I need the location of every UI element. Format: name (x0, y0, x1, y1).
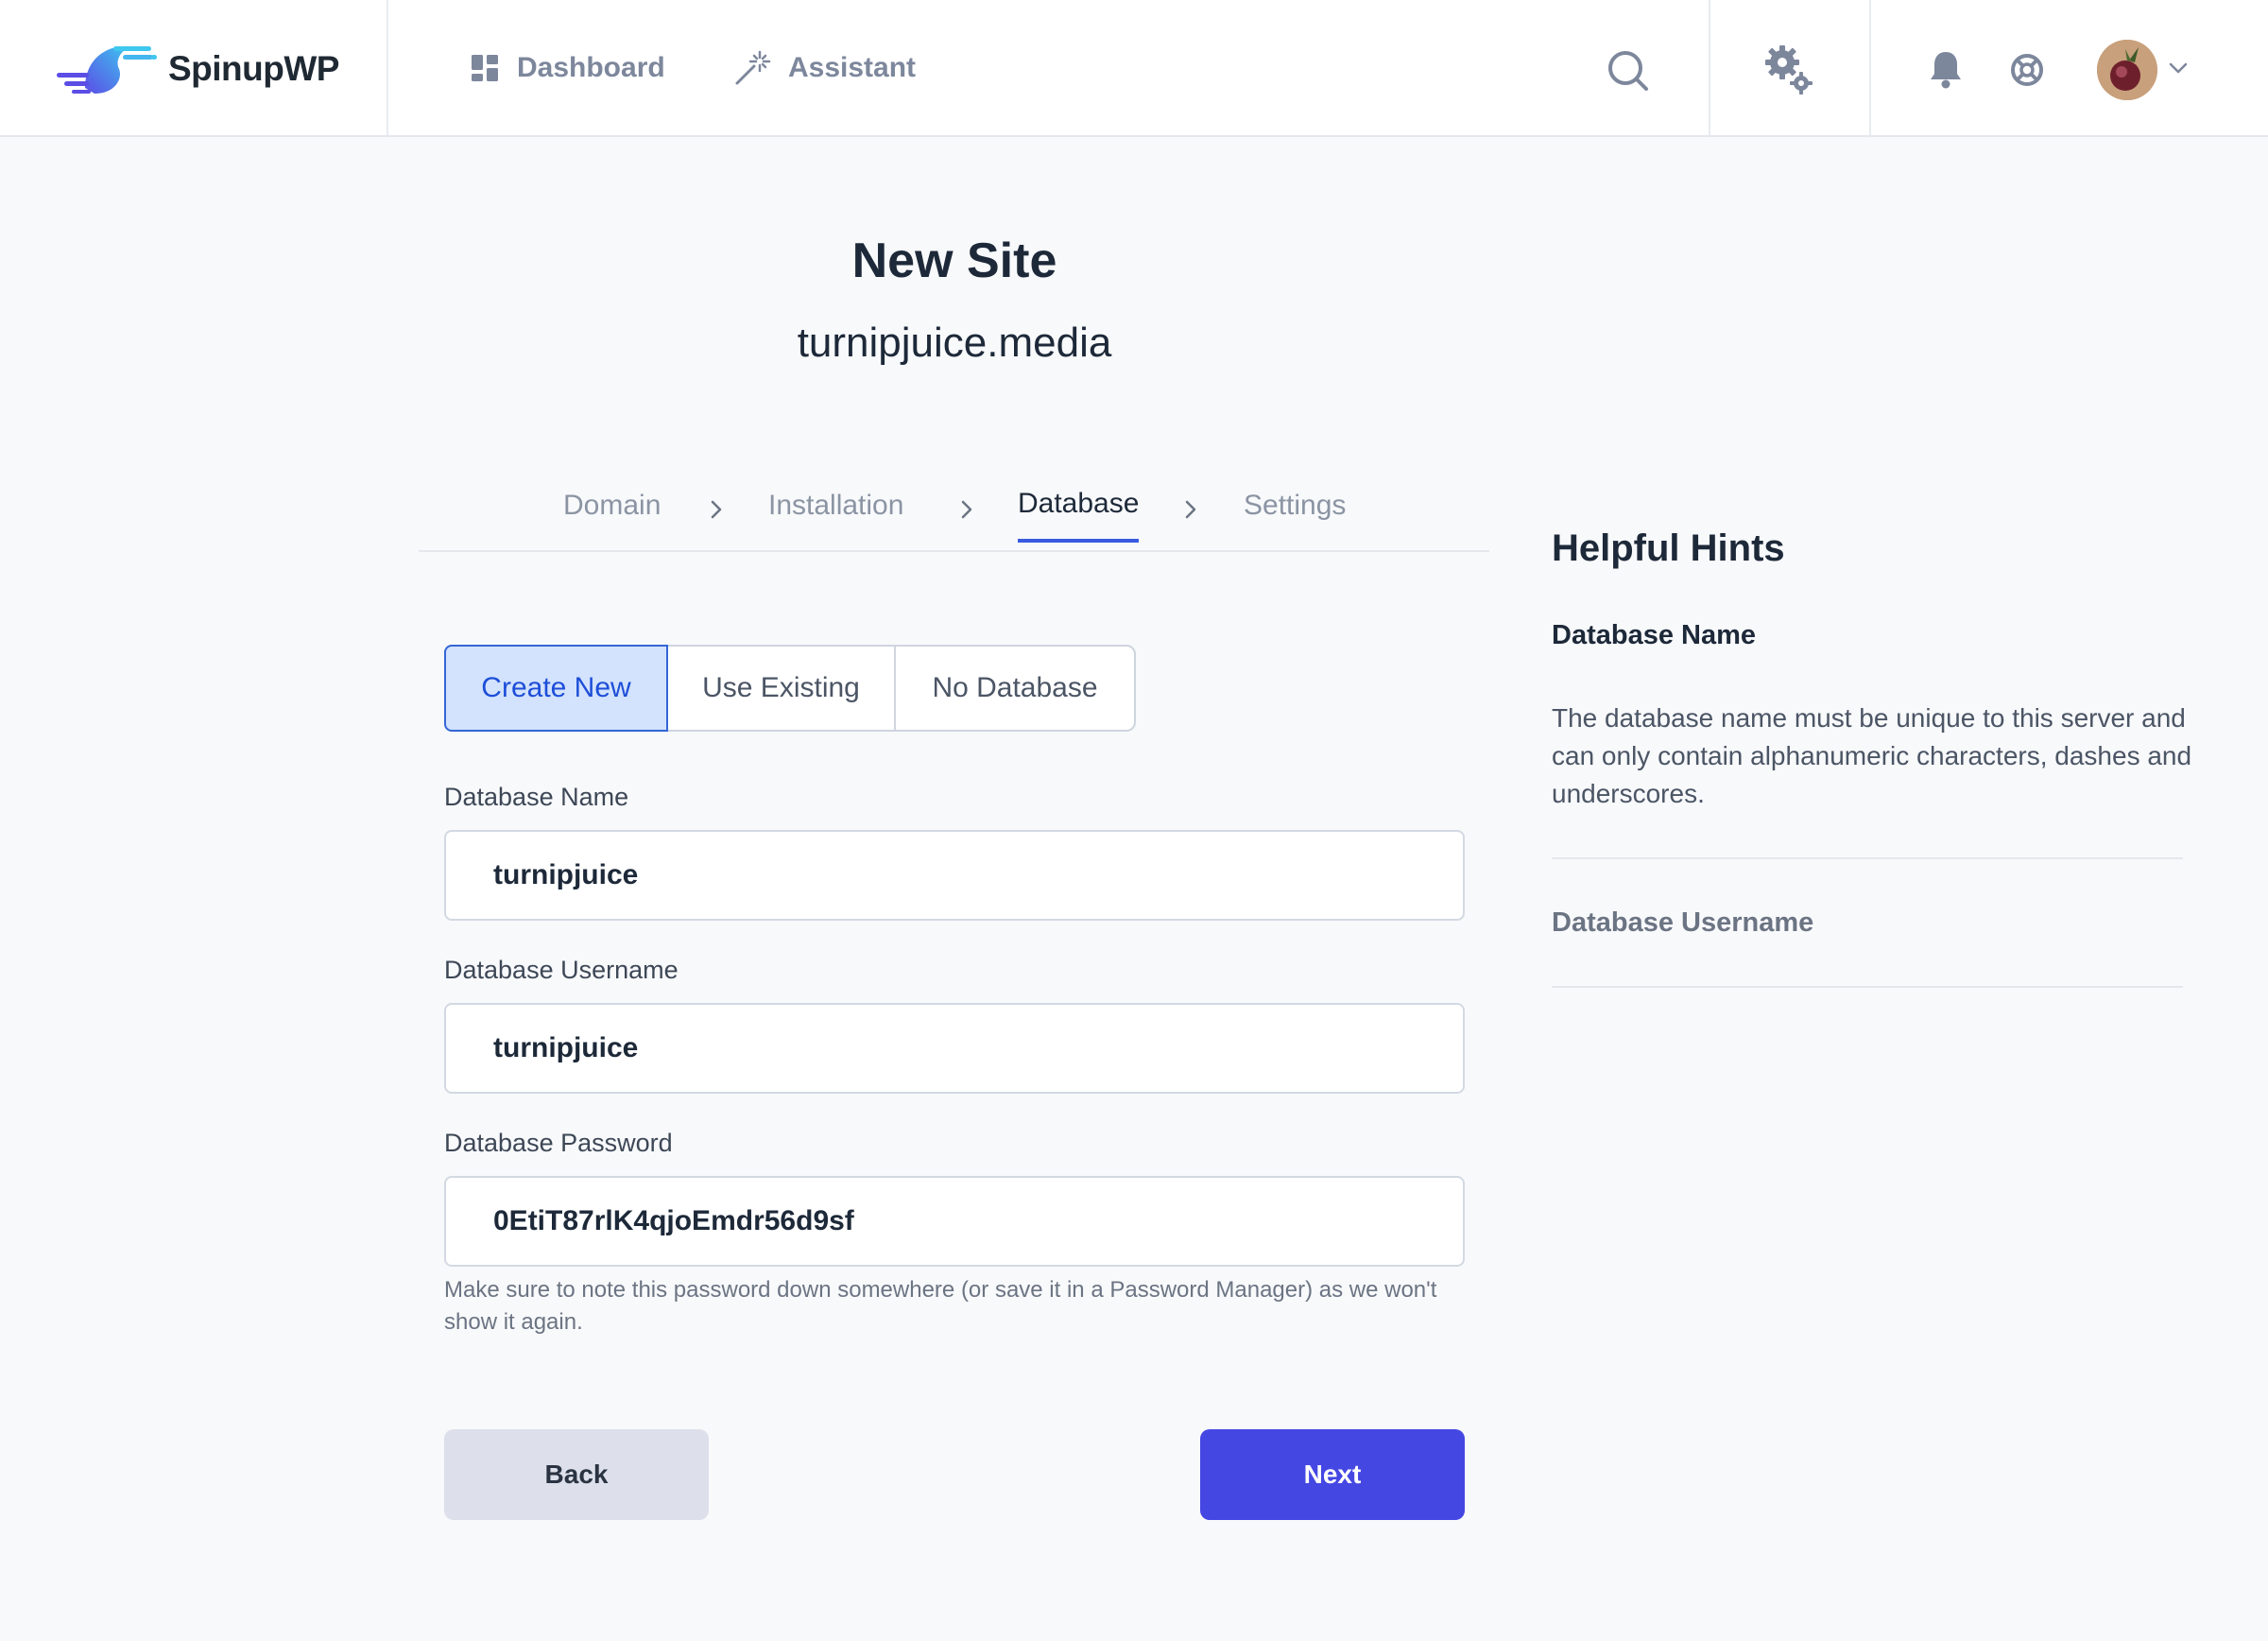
dashboard-icon (472, 55, 498, 81)
no-database-option[interactable]: No Database (896, 647, 1134, 730)
use-existing-option[interactable]: Use Existing (668, 647, 896, 730)
brand[interactable]: SpinupWP (0, 0, 388, 135)
bell-icon[interactable] (1928, 49, 1964, 89)
step-domain[interactable]: Domain (563, 490, 661, 543)
top-bar: SpinupWP Dashboard Assistant (0, 0, 2268, 137)
step-installation[interactable]: Installation (768, 490, 903, 543)
nav-dashboard[interactable]: Dashboard (470, 49, 665, 87)
back-button[interactable]: Back (444, 1429, 709, 1520)
chevron-right-icon (711, 500, 722, 519)
chevron-right-icon (961, 500, 972, 519)
toolbar-divider (1709, 0, 1710, 135)
wizard-steps: Domain Installation Database Settings (419, 482, 1489, 552)
nav-assistant[interactable]: Assistant (733, 49, 916, 87)
avatar[interactable] (2097, 40, 2157, 100)
turnip-avatar-icon (2097, 40, 2157, 100)
chevron-down-icon[interactable] (2168, 60, 2189, 76)
brand-name: SpinupWP (168, 49, 339, 88)
search-icon[interactable] (1606, 49, 1650, 93)
hint-heading-database-name[interactable]: Database Name (1552, 620, 1756, 651)
hint-body-database-name: The database name must be unique to this… (1552, 703, 2192, 808)
magic-wand-icon (735, 50, 771, 85)
toolbar-divider (1869, 0, 1871, 135)
password-help-text: Make sure to note this password down som… (444, 1277, 1437, 1335)
help-icon[interactable] (2010, 53, 2044, 87)
database-mode-toggle: Create New Use Existing No Database (444, 645, 1136, 732)
next-button[interactable]: Next (1200, 1429, 1465, 1520)
database-password-input[interactable]: 0EtiT87rlK4qjoEmdr56d9sf (444, 1176, 1465, 1267)
page-title: New Site (851, 233, 1057, 288)
site-domain: turnipjuice.media (797, 320, 1112, 366)
step-database[interactable]: Database (1018, 488, 1140, 543)
database-password-label: Database Password (444, 1129, 673, 1157)
helpful-hints-title: Helpful Hints (1552, 527, 1785, 569)
database-name-input[interactable]: turnipjuice (444, 830, 1465, 921)
nav-assistant-label: Assistant (788, 52, 917, 83)
gear-icon[interactable] (1763, 43, 1814, 96)
database-username-label: Database Username (444, 956, 679, 984)
chevron-right-icon (1185, 500, 1196, 519)
create-new-option[interactable]: Create New (444, 645, 668, 732)
hint-heading-database-username[interactable]: Database Username (1552, 907, 1813, 939)
spinupwp-logo-icon (57, 45, 157, 94)
database-username-input[interactable]: turnipjuice (444, 1003, 1465, 1094)
database-name-label: Database Name (444, 783, 629, 811)
step-settings[interactable]: Settings (1244, 490, 1346, 543)
divider (1552, 986, 2183, 988)
divider (1552, 857, 2183, 859)
nav-dashboard-label: Dashboard (517, 52, 665, 83)
